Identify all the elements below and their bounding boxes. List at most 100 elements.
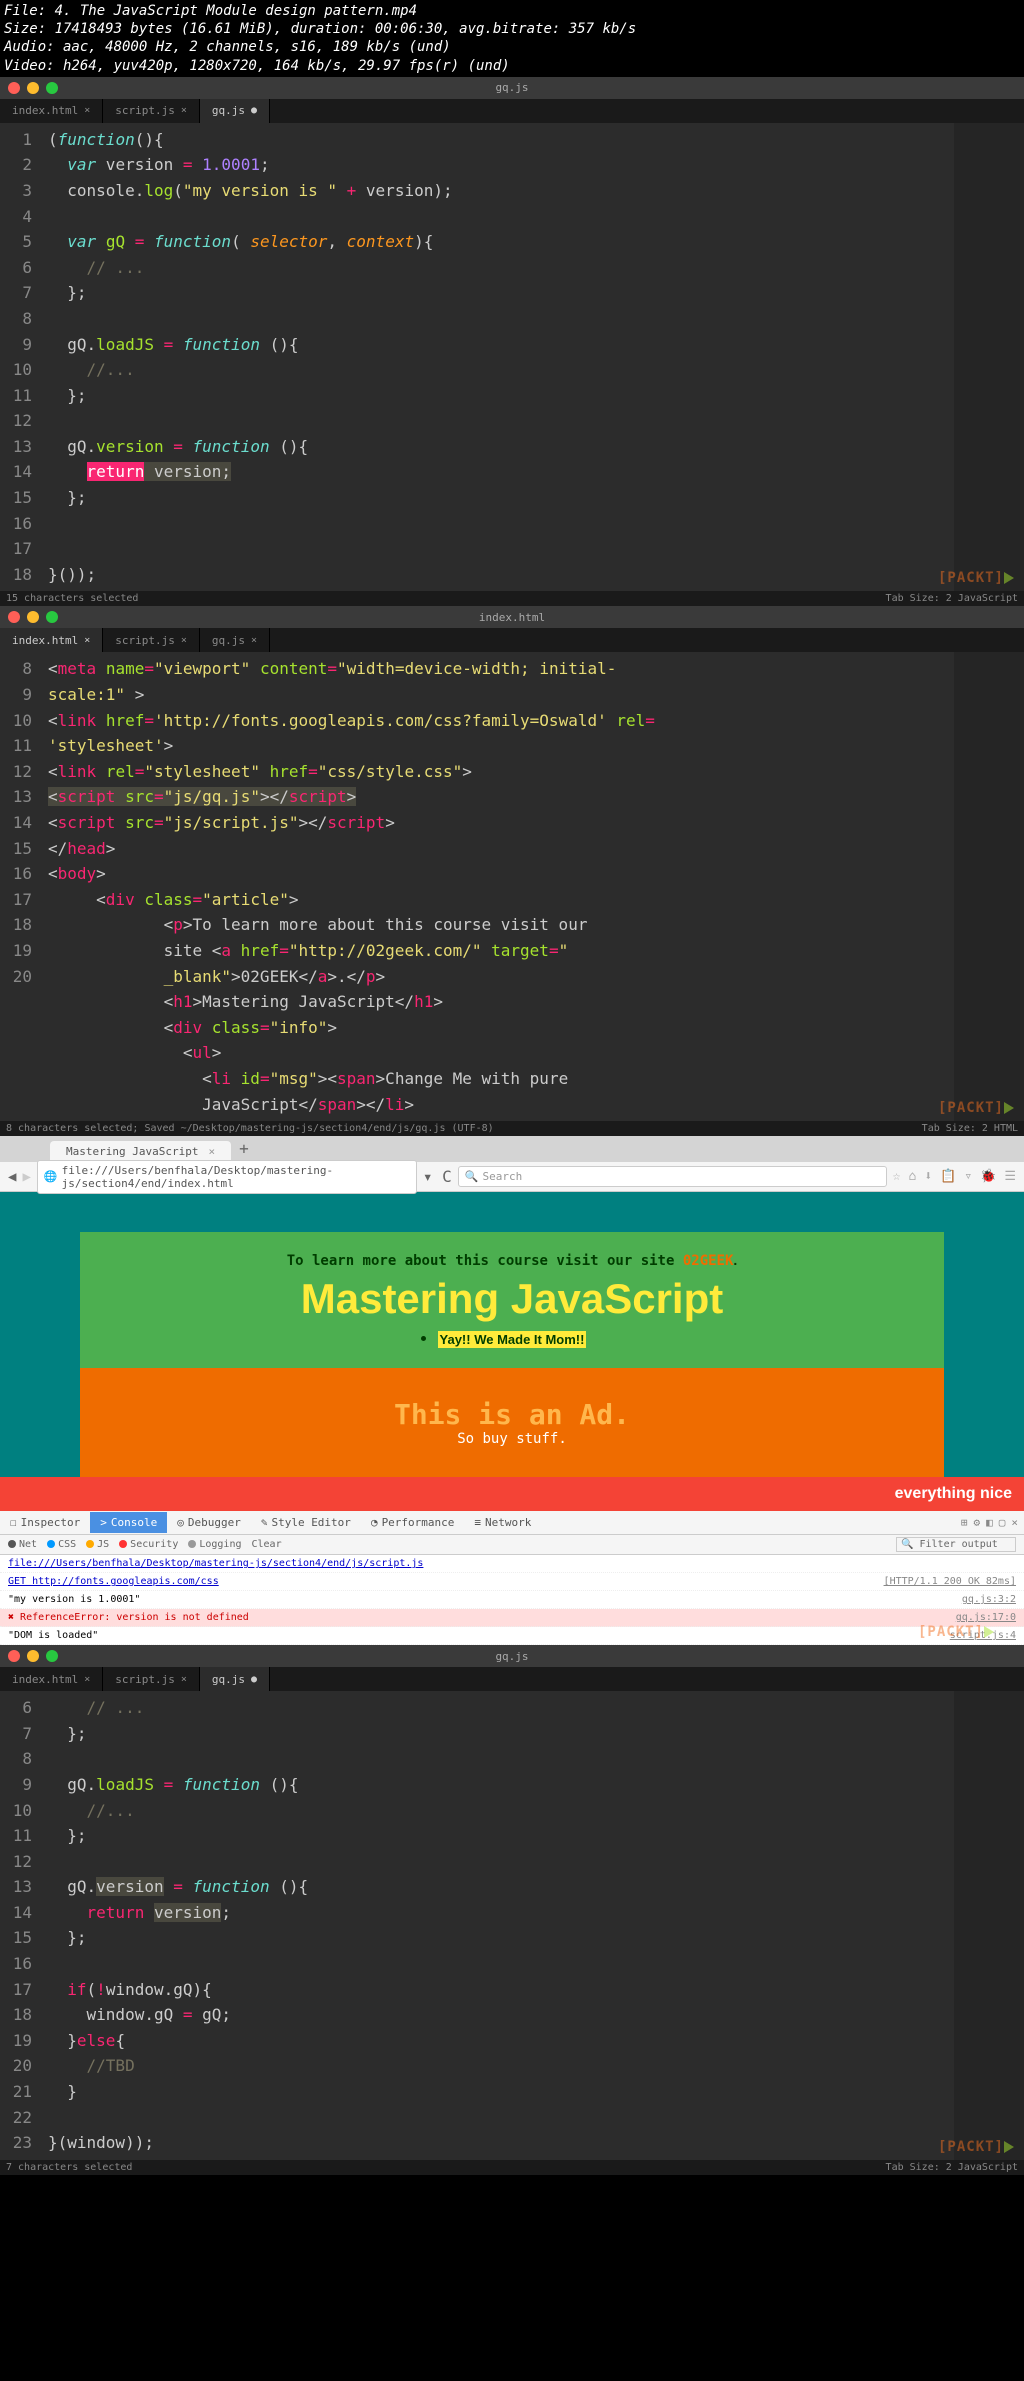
window-title: gq.js <box>495 81 528 94</box>
download-icon[interactable]: ⬇ <box>924 1169 932 1184</box>
minimize-icon[interactable] <box>27 1650 39 1662</box>
minimap[interactable] <box>954 652 1024 1121</box>
status-bar: 7 characters selected Tab Size: 2 JavaSc… <box>0 2160 1024 2175</box>
filter-js[interactable]: JS <box>86 1539 109 1550</box>
dt-popout-icon[interactable]: ▢ <box>999 1516 1006 1529</box>
dt-split-icon[interactable]: ⊞ <box>961 1516 968 1529</box>
console-output[interactable]: file:///Users/benfhala/Desktop/mastering… <box>0 1555 1024 1645</box>
filter-logging[interactable]: Logging <box>188 1539 241 1550</box>
tab-index-html[interactable]: index.html× <box>0 1667 103 1691</box>
code-area[interactable]: 1234 5678 9101112 13141516 1718 (functio… <box>0 123 1024 592</box>
close-tab-icon[interactable]: × <box>84 105 90 116</box>
packt-watermark: [PACKT] <box>938 2139 1014 2155</box>
minimap[interactable] <box>954 1691 1024 2160</box>
close-tab-icon[interactable]: × <box>181 1674 187 1685</box>
filter-input[interactable]: 🔍 Filter output <box>896 1537 1016 1552</box>
search-icon: 🔍 <box>465 1170 479 1183</box>
filter-net[interactable]: Net <box>8 1539 37 1550</box>
dt-tab-console[interactable]: > Console <box>90 1512 167 1533</box>
dt-close-icon[interactable]: × <box>1011 1516 1018 1529</box>
titlebar: index.html <box>0 606 1024 628</box>
meta-audio: Audio: aac, 48000 Hz, 2 channels, s16, 1… <box>4 38 1020 56</box>
tab-script-js[interactable]: script.js× <box>103 1667 200 1691</box>
filter-security[interactable]: Security <box>119 1539 178 1550</box>
editor-panel-1: gq.js index.html× script.js× gq.js● 1234… <box>0 77 1024 607</box>
close-icon[interactable] <box>8 82 20 94</box>
back-icon[interactable]: ◀ <box>8 1169 16 1185</box>
dt-tab-network[interactable]: ≡ Network <box>464 1512 541 1533</box>
tab-gq-js[interactable]: gq.js● <box>200 99 270 123</box>
dt-tab-inspector[interactable]: ☐ Inspector <box>0 1512 90 1533</box>
devtools-tabs: ☐ Inspector > Console ◎ Debugger ✎ Style… <box>0 1511 1024 1535</box>
star-icon[interactable]: ☆ <box>893 1169 901 1184</box>
window-controls[interactable] <box>0 611 58 623</box>
home-icon[interactable]: ⌂ <box>908 1169 916 1184</box>
browser-window: Mastering JavaScript× + ◀ ▶ 🌐file:///Use… <box>0 1136 1024 1645</box>
article: To learn more about this course visit ou… <box>80 1232 944 1368</box>
tab-bar: index.html× script.js× gq.js● <box>0 99 1024 123</box>
dt-dock-icon[interactable]: ◧ <box>986 1516 993 1529</box>
status-right: Tab Size: 2 HTML <box>922 1123 1018 1134</box>
minimize-icon[interactable] <box>27 82 39 94</box>
packt-watermark: [PACKT] <box>938 1100 1014 1116</box>
browser-tabs: Mastering JavaScript× + <box>0 1136 1024 1162</box>
close-tab-icon[interactable]: × <box>181 105 187 116</box>
tab-index-html[interactable]: index.html× <box>0 628 103 652</box>
close-tab-icon[interactable]: × <box>251 635 257 646</box>
maximize-icon[interactable] <box>46 82 58 94</box>
forward-icon[interactable]: ▶ <box>22 1169 30 1185</box>
globe-icon: 🌐 <box>44 1170 58 1183</box>
browser-tab[interactable]: Mastering JavaScript× <box>50 1141 231 1162</box>
maximize-icon[interactable] <box>46 1650 58 1662</box>
code-content[interactable]: // ... }; gQ.loadJS = function (){ //...… <box>40 1691 954 2160</box>
tab-script-js[interactable]: script.js× <box>103 628 200 652</box>
tab-index-html[interactable]: index.html× <box>0 99 103 123</box>
new-tab-button[interactable]: + <box>231 1135 257 1162</box>
dt-tab-debugger[interactable]: ◎ Debugger <box>167 1512 251 1533</box>
search-input[interactable]: 🔍Search <box>458 1166 887 1187</box>
close-tab-icon[interactable]: × <box>84 635 90 646</box>
close-tab-icon[interactable]: × <box>84 1674 90 1685</box>
menu-icon[interactable]: ☰ <box>1004 1169 1016 1184</box>
code-area[interactable]: 6789 10111213 14151617 18192021 2223 // … <box>0 1691 1024 2160</box>
pocket-icon[interactable]: ▿ <box>964 1169 972 1184</box>
close-tab-icon[interactable]: ● <box>251 105 257 116</box>
tab-gq-js[interactable]: gq.js× <box>200 628 270 652</box>
close-tab-icon[interactable]: ● <box>251 1674 257 1685</box>
window-controls[interactable] <box>0 1650 58 1662</box>
code-area[interactable]: 89 10111213 141516 171819 20 <meta name=… <box>0 652 1024 1121</box>
url-input[interactable]: 🌐file:///Users/benfhala/Desktop/masterin… <box>37 1160 417 1194</box>
console-filters: Net CSS JS Security Logging Clear 🔍 Filt… <box>0 1535 1024 1555</box>
close-icon[interactable] <box>8 1650 20 1662</box>
meta-file: File: 4. The JavaScript Module design pa… <box>4 2 1020 20</box>
dt-tab-perf[interactable]: ◔ Performance <box>361 1512 464 1533</box>
code-content[interactable]: (function(){ var version = 1.0001; conso… <box>40 123 954 592</box>
console-line[interactable]: file:///Users/benfhala/Desktop/mastering… <box>8 1556 1016 1571</box>
bookmark-icon[interactable]: 📋 <box>940 1169 956 1184</box>
minimap[interactable] <box>954 123 1024 592</box>
firebug-icon[interactable]: 🐞 <box>980 1169 996 1184</box>
tab-script-js[interactable]: script.js× <box>103 99 200 123</box>
address-bar-row: ◀ ▶ 🌐file:///Users/benfhala/Desktop/mast… <box>0 1162 1024 1192</box>
close-icon[interactable] <box>8 611 20 623</box>
packt-watermark: [PACKT] <box>918 1622 994 1643</box>
reload-icon[interactable]: ▾ C <box>423 1167 452 1186</box>
close-tab-icon[interactable]: × <box>181 635 187 646</box>
tab-gq-js[interactable]: gq.js● <box>200 1667 270 1691</box>
close-tab-icon[interactable]: × <box>208 1145 215 1158</box>
ad-block: This is an Ad. So buy stuff. <box>80 1368 944 1477</box>
filter-css[interactable]: CSS <box>47 1539 76 1550</box>
packt-watermark: [PACKT] <box>938 570 1014 586</box>
nav-buttons: ◀ ▶ <box>8 1169 31 1185</box>
dt-tab-style[interactable]: ✎ Style Editor <box>251 1512 361 1533</box>
console-line: "DOM is loaded" <box>8 1628 950 1643</box>
toolbar-icons: ☆ ⌂ ⬇ 📋 ▿ 🐞 ☰ <box>893 1169 1016 1184</box>
status-bar: 8 characters selected; Saved ~/Desktop/m… <box>0 1121 1024 1136</box>
window-controls[interactable] <box>0 82 58 94</box>
minimize-icon[interactable] <box>27 611 39 623</box>
clear-button[interactable]: Clear <box>252 1539 282 1550</box>
dt-gear-icon[interactable]: ⚙ <box>974 1516 981 1529</box>
code-content[interactable]: <meta name="viewport" content="width=dev… <box>40 652 954 1121</box>
maximize-icon[interactable] <box>46 611 58 623</box>
geek-link[interactable]: 02GEEK <box>683 1253 734 1269</box>
